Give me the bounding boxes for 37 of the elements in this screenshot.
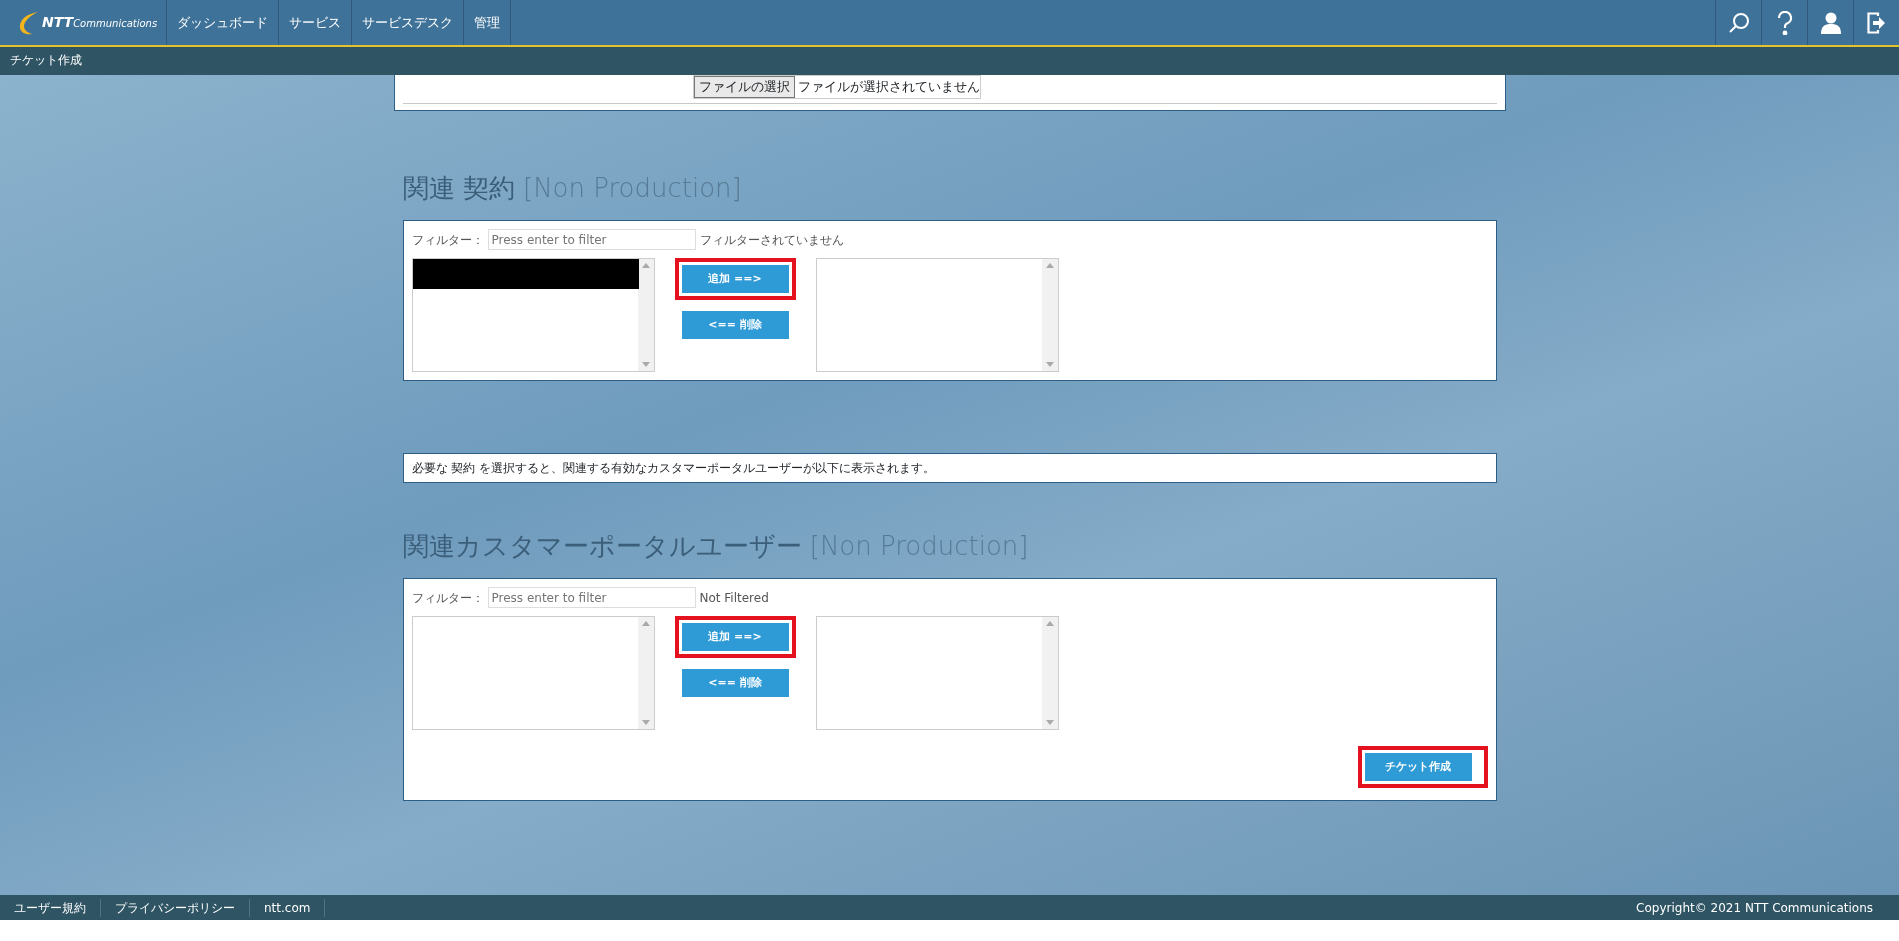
nav-link[interactable]: ダッシュボード	[167, 0, 279, 45]
scroll-down-icon[interactable]	[1045, 720, 1054, 726]
scroll-down-icon[interactable]	[1045, 362, 1054, 368]
note-text: 必要な 契約 を選択すると、関連する有効なカスタマーポータルユーザーが以下に表示されます。	[402, 453, 1497, 484]
footer-link[interactable]: ユーザー規約	[0, 898, 101, 917]
footer-link[interactable]: プライバシーポリシー	[101, 898, 250, 917]
page-title: チケット作成	[10, 53, 82, 67]
footer-link[interactable]: ntt.com	[250, 898, 326, 917]
filter-field[interactable]: Press enter to filter	[487, 229, 696, 251]
logo[interactable]: NTTCommunications	[40, 8, 160, 37]
scroll-up-icon[interactable]	[1045, 263, 1054, 269]
scroll-down-icon[interactable]	[641, 720, 650, 726]
copyright-text: Copyright© 2021 NTT Communications	[1636, 899, 1874, 917]
create-ticket-button[interactable]: チケット作成	[1364, 753, 1472, 782]
filter-status: Not Filtered	[699, 589, 769, 607]
remove-button[interactable]: <== 削除	[681, 669, 789, 698]
scroll-up-icon[interactable]	[641, 621, 650, 627]
search-icon[interactable]	[1727, 11, 1750, 34]
filter-label: フィルター：	[411, 231, 484, 249]
nav-link[interactable]: サービス	[279, 0, 352, 45]
scroll-down-icon[interactable]	[641, 362, 650, 368]
add-button[interactable]: 追加 ==>	[681, 265, 789, 294]
filter-status: フィルターされていません	[699, 231, 844, 249]
filter-field[interactable]: Press enter to filter	[487, 587, 696, 609]
list-box[interactable]	[411, 258, 655, 373]
user-icon[interactable]	[1820, 11, 1841, 34]
filter-label: フィルター：	[411, 589, 484, 607]
logout-icon[interactable]	[1866, 11, 1887, 34]
scroll-up-icon[interactable]	[641, 263, 650, 269]
remove-button[interactable]: <== 削除	[681, 311, 789, 340]
nav-link[interactable]: サービスデスク	[352, 0, 464, 45]
add-button[interactable]: 追加 ==>	[681, 623, 789, 652]
nav-link[interactable]: 管理	[464, 0, 511, 45]
scroll-up-icon[interactable]	[1045, 621, 1054, 627]
help-icon[interactable]	[1776, 10, 1793, 35]
swoosh-icon	[18, 9, 40, 36]
file-input[interactable]: ファイルの選択 ファイルが選択されていません	[692, 75, 981, 99]
